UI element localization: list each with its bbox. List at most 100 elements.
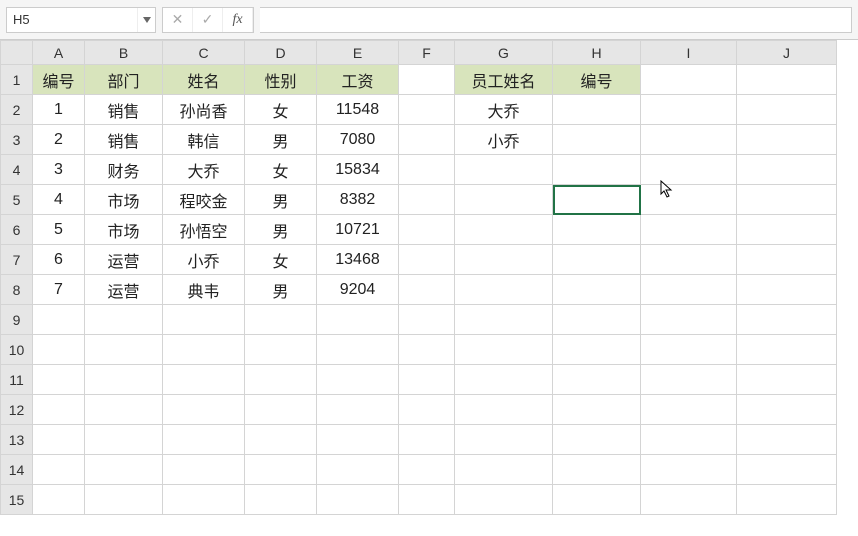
- cell-E10[interactable]: [317, 335, 399, 365]
- name-box-dropdown[interactable]: [137, 8, 155, 32]
- cell-F1[interactable]: [399, 65, 455, 95]
- cell-H7[interactable]: [553, 245, 641, 275]
- cell-I9[interactable]: [641, 305, 737, 335]
- row-head-2[interactable]: 2: [1, 95, 33, 125]
- cell-B15[interactable]: [85, 485, 163, 515]
- cell-C14[interactable]: [163, 455, 245, 485]
- cell-A4[interactable]: 3: [33, 155, 85, 185]
- row-head-3[interactable]: 3: [1, 125, 33, 155]
- col-head-F[interactable]: F: [399, 41, 455, 65]
- cell-C5[interactable]: 程咬金: [163, 185, 245, 215]
- cell-H4[interactable]: [553, 155, 641, 185]
- formula-input[interactable]: [260, 7, 852, 33]
- cell-I8[interactable]: [641, 275, 737, 305]
- cell-G8[interactable]: [455, 275, 553, 305]
- col-head-G[interactable]: G: [455, 41, 553, 65]
- row-head-6[interactable]: 6: [1, 215, 33, 245]
- cell-D3[interactable]: 男: [245, 125, 317, 155]
- cell-F10[interactable]: [399, 335, 455, 365]
- cell-D10[interactable]: [245, 335, 317, 365]
- cell-H2[interactable]: [553, 95, 641, 125]
- cell-D15[interactable]: [245, 485, 317, 515]
- cell-E12[interactable]: [317, 395, 399, 425]
- cell-E13[interactable]: [317, 425, 399, 455]
- cell-C13[interactable]: [163, 425, 245, 455]
- row-head-1[interactable]: 1: [1, 65, 33, 95]
- cell-C3[interactable]: 韩信: [163, 125, 245, 155]
- row-head-4[interactable]: 4: [1, 155, 33, 185]
- col-head-B[interactable]: B: [85, 41, 163, 65]
- cell-F13[interactable]: [399, 425, 455, 455]
- col-head-I[interactable]: I: [641, 41, 737, 65]
- cell-G12[interactable]: [455, 395, 553, 425]
- cell-I6[interactable]: [641, 215, 737, 245]
- grid[interactable]: A B C D E F G H I J 1编号部门姓名性别工资员工姓名编号21销…: [0, 40, 837, 515]
- cell-E5[interactable]: 8382: [317, 185, 399, 215]
- cell-J3[interactable]: [737, 125, 837, 155]
- cell-H3[interactable]: [553, 125, 641, 155]
- cell-B7[interactable]: 运营: [85, 245, 163, 275]
- cell-E1[interactable]: 工资: [317, 65, 399, 95]
- cell-A7[interactable]: 6: [33, 245, 85, 275]
- cell-I3[interactable]: [641, 125, 737, 155]
- cell-C11[interactable]: [163, 365, 245, 395]
- cell-H5[interactable]: [553, 185, 641, 215]
- cell-B8[interactable]: 运营: [85, 275, 163, 305]
- row-head-13[interactable]: 13: [1, 425, 33, 455]
- cell-B4[interactable]: 财务: [85, 155, 163, 185]
- cell-J14[interactable]: [737, 455, 837, 485]
- accept-formula-button[interactable]: ✓: [193, 8, 223, 32]
- cell-G11[interactable]: [455, 365, 553, 395]
- cell-F2[interactable]: [399, 95, 455, 125]
- cell-F9[interactable]: [399, 305, 455, 335]
- cell-J4[interactable]: [737, 155, 837, 185]
- name-box[interactable]: [7, 8, 137, 32]
- cell-E4[interactable]: 15834: [317, 155, 399, 185]
- cell-E7[interactable]: 13468: [317, 245, 399, 275]
- col-head-A[interactable]: A: [33, 41, 85, 65]
- cell-C2[interactable]: 孙尚香: [163, 95, 245, 125]
- cell-A3[interactable]: 2: [33, 125, 85, 155]
- row-head-7[interactable]: 7: [1, 245, 33, 275]
- cell-J11[interactable]: [737, 365, 837, 395]
- cell-D11[interactable]: [245, 365, 317, 395]
- cell-F8[interactable]: [399, 275, 455, 305]
- cell-H8[interactable]: [553, 275, 641, 305]
- cell-D7[interactable]: 女: [245, 245, 317, 275]
- cell-A14[interactable]: [33, 455, 85, 485]
- cell-E8[interactable]: 9204: [317, 275, 399, 305]
- cell-A12[interactable]: [33, 395, 85, 425]
- cell-C8[interactable]: 典韦: [163, 275, 245, 305]
- cell-A10[interactable]: [33, 335, 85, 365]
- cell-C9[interactable]: [163, 305, 245, 335]
- cell-A11[interactable]: [33, 365, 85, 395]
- cell-B10[interactable]: [85, 335, 163, 365]
- row-head-11[interactable]: 11: [1, 365, 33, 395]
- cell-J5[interactable]: [737, 185, 837, 215]
- cell-B6[interactable]: 市场: [85, 215, 163, 245]
- select-all-corner[interactable]: [1, 41, 33, 65]
- cell-D2[interactable]: 女: [245, 95, 317, 125]
- cell-F3[interactable]: [399, 125, 455, 155]
- cell-D13[interactable]: [245, 425, 317, 455]
- cell-B2[interactable]: 销售: [85, 95, 163, 125]
- cell-I12[interactable]: [641, 395, 737, 425]
- cell-H11[interactable]: [553, 365, 641, 395]
- row-head-8[interactable]: 8: [1, 275, 33, 305]
- cell-H1[interactable]: 编号: [553, 65, 641, 95]
- col-head-C[interactable]: C: [163, 41, 245, 65]
- cell-I15[interactable]: [641, 485, 737, 515]
- row-head-12[interactable]: 12: [1, 395, 33, 425]
- cell-D9[interactable]: [245, 305, 317, 335]
- cancel-formula-button[interactable]: ✕: [163, 8, 193, 32]
- insert-function-button[interactable]: fx: [223, 8, 253, 32]
- cell-A8[interactable]: 7: [33, 275, 85, 305]
- cell-G13[interactable]: [455, 425, 553, 455]
- cell-F4[interactable]: [399, 155, 455, 185]
- cell-E2[interactable]: 11548: [317, 95, 399, 125]
- cell-A2[interactable]: 1: [33, 95, 85, 125]
- cell-E9[interactable]: [317, 305, 399, 335]
- cell-E14[interactable]: [317, 455, 399, 485]
- cell-I2[interactable]: [641, 95, 737, 125]
- cell-I10[interactable]: [641, 335, 737, 365]
